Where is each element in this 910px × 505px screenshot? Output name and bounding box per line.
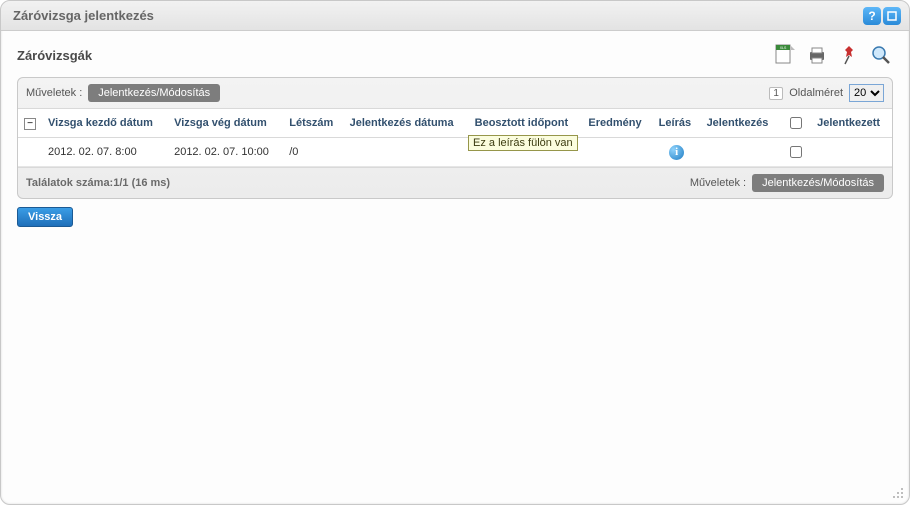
cell-count: /0 bbox=[283, 138, 343, 167]
exams-table: − Vizsga kezdő dátum Vizsga vég dátum Lé… bbox=[18, 108, 892, 167]
col-desc[interactable]: Leírás bbox=[653, 109, 701, 138]
results-count: Találatok száma:1/1 (16 ms) bbox=[26, 177, 170, 189]
titlebar: Záróvizsga jelentkezés ? bbox=[1, 1, 909, 31]
table-row[interactable]: 2012. 02. 07. 8:00 2012. 02. 07. 10:00 /… bbox=[18, 138, 892, 167]
col-regdate[interactable]: Jelentkezés dátuma bbox=[344, 109, 469, 138]
row-select-checkbox[interactable] bbox=[790, 146, 802, 158]
grid-panel: Műveletek : Jelentkezés/Módosítás 1 Olda… bbox=[17, 77, 893, 199]
app-window: Záróvizsga jelentkezés ? Záróvizsgák XLS bbox=[0, 0, 910, 505]
signup-modify-button-top[interactable]: Jelentkezés/Módosítás bbox=[88, 84, 220, 102]
resize-grip-icon[interactable] bbox=[891, 486, 905, 500]
col-result[interactable]: Eredmény bbox=[582, 109, 652, 138]
pager: 1 Oldalméret 20 bbox=[769, 84, 884, 102]
col-start[interactable]: Vizsga kezdő dátum bbox=[42, 109, 168, 138]
help-icon[interactable]: ? bbox=[863, 7, 881, 25]
toolbar-icons: XLS bbox=[773, 43, 893, 67]
export-xls-icon[interactable]: XLS bbox=[773, 43, 797, 67]
ops-label-bottom: Műveletek : bbox=[690, 177, 746, 189]
col-count[interactable]: Létszám bbox=[283, 109, 343, 138]
window-title: Záróvizsga jelentkezés bbox=[13, 8, 154, 23]
cell-end: 2012. 02. 07. 10:00 bbox=[168, 138, 283, 167]
col-end[interactable]: Vizsga vég dátum bbox=[168, 109, 283, 138]
description-tooltip: Ez a leírás fülön van bbox=[468, 135, 578, 151]
cell-start: 2012. 02. 07. 8:00 bbox=[42, 138, 168, 167]
signup-modify-button-bottom[interactable]: Jelentkezés/Módosítás bbox=[752, 174, 884, 192]
print-icon[interactable] bbox=[805, 43, 829, 67]
page-number[interactable]: 1 bbox=[769, 87, 783, 100]
pagesize-label: Oldalméret bbox=[789, 87, 843, 99]
pin-icon[interactable] bbox=[837, 43, 861, 67]
pagesize-select[interactable]: 20 bbox=[849, 84, 884, 102]
select-all-checkbox[interactable] bbox=[790, 117, 802, 129]
collapse-all-icon[interactable]: − bbox=[24, 118, 36, 130]
col-scheduled[interactable]: Beosztott időpont bbox=[469, 109, 583, 138]
page-title: Záróvizsgák bbox=[17, 48, 92, 63]
search-icon[interactable] bbox=[869, 43, 893, 67]
cell-regdate bbox=[344, 138, 469, 167]
ops-label-top: Műveletek : bbox=[26, 87, 82, 99]
maximize-icon[interactable] bbox=[883, 7, 901, 25]
back-button[interactable]: Vissza bbox=[17, 207, 73, 227]
cell-result bbox=[582, 138, 652, 167]
info-icon[interactable]: i bbox=[669, 145, 684, 160]
col-signedup[interactable]: Jelentkezett bbox=[811, 109, 892, 138]
col-signup[interactable]: Jelentkezés bbox=[701, 109, 781, 138]
svg-text:XLS: XLS bbox=[780, 46, 787, 50]
